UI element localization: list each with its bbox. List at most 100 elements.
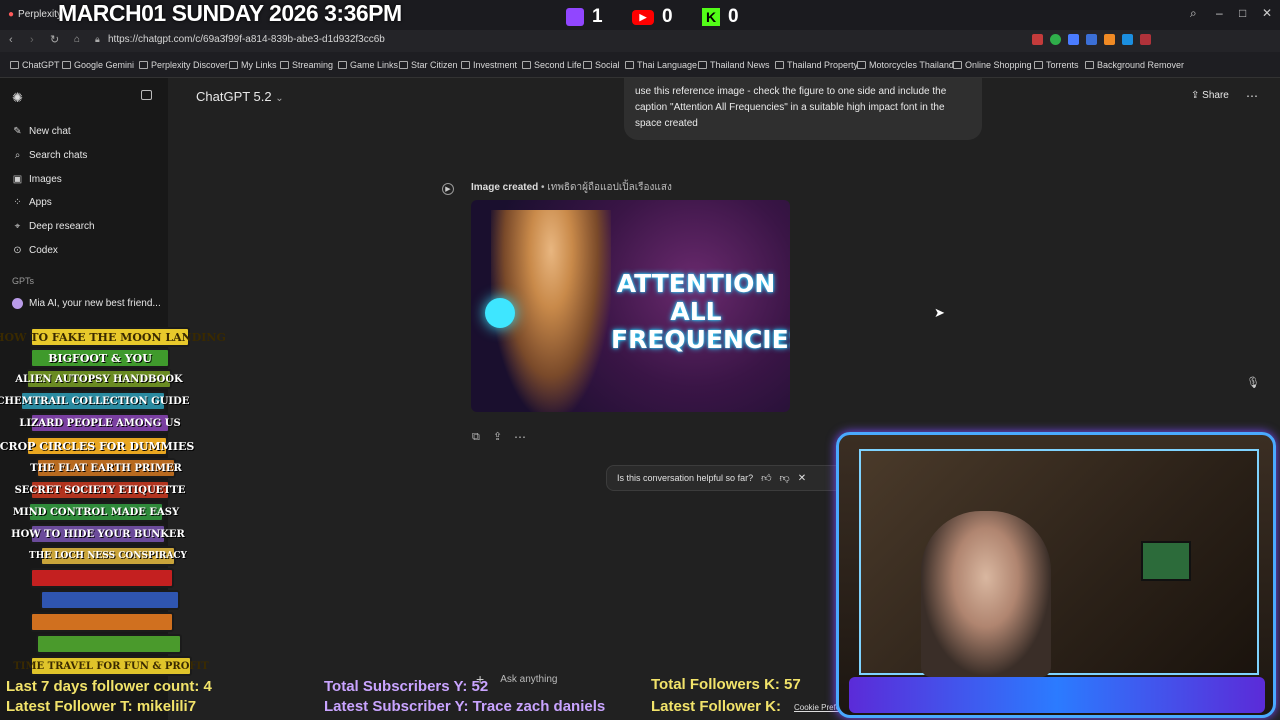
sidebar-item-search-chats[interactable]: ⌕ Search chats — [12, 150, 88, 161]
bookmark-item[interactable]: Second Life — [522, 60, 582, 70]
thumbs-down-icon[interactable]: 👎︎ — [780, 472, 790, 484]
sidebar-item-new-chat[interactable]: ✎ New chat — [12, 126, 70, 137]
bookmark-item[interactable]: Thailand News — [698, 60, 770, 70]
bookmark-item[interactable]: Thai Language — [625, 60, 697, 70]
extension-icon[interactable] — [1086, 34, 1097, 45]
book-spine: LIZARD PEOPLE AMONG US — [19, 413, 181, 433]
code-icon: ⊙ — [13, 245, 22, 256]
extension-icon[interactable] — [1122, 34, 1133, 45]
avatar — [12, 298, 23, 309]
streamer-figure — [921, 511, 1051, 677]
lock-icon: 🔒︎ — [95, 34, 100, 44]
sidebar-item-codex[interactable]: ⊙ Codex — [12, 245, 58, 256]
extension-icon[interactable] — [1104, 34, 1115, 45]
chevron-down-icon: ⌄ — [275, 93, 284, 104]
image-created-label: Image created • เทพธิดาผู้ถือแอปเปิ้ลเรื… — [471, 182, 672, 193]
book-spine — [36, 634, 182, 654]
bookmark-item[interactable]: My Links — [229, 60, 277, 70]
gpts-heading: GPTs — [12, 276, 35, 286]
extension-icon[interactable] — [1032, 34, 1043, 45]
overlay-latest-follower-k: Latest Follower K: — [651, 698, 782, 715]
youtube-stat: ▶ 0 — [632, 6, 673, 28]
monitor — [1141, 541, 1191, 581]
sidebar-toggle-icon[interactable] — [141, 90, 152, 100]
bookmark-item[interactable]: Background Remover — [1085, 60, 1184, 70]
feedback-prompt: Is this conversation helpful so far? 👍︎ … — [606, 465, 846, 491]
forward-icon[interactable]: › — [30, 34, 34, 46]
sidebar-item-deep-research[interactable]: ⌖ Deep research — [12, 221, 95, 232]
url-field[interactable]: https://chatgpt.com/c/69a3f99f-a814-839b… — [108, 34, 385, 45]
user-message: use this reference image - check the fig… — [624, 78, 982, 140]
share-button[interactable]: ⇪ Share — [1191, 90, 1229, 101]
more-options-icon[interactable]: ⋯ — [1246, 89, 1258, 103]
overlay-date-time: MARCH01 SUNDAY 2026 3:36PM — [58, 0, 402, 26]
copy-icon[interactable]: ⧉ — [472, 431, 480, 444]
book-spine: SECRET SOCIETY ETIQUETTE — [15, 480, 185, 500]
browser-titlebar: ● Perplexity MARCH01 SUNDAY 2026 3:36PM … — [0, 0, 1280, 30]
image-icon: ▣ — [12, 174, 23, 185]
minimize-icon[interactable]: – — [1216, 6, 1223, 20]
book-spine — [30, 612, 174, 632]
close-icon[interactable]: ✕ — [798, 473, 806, 484]
extension-icon[interactable] — [1068, 34, 1079, 45]
overlay-latest-subscriber: Latest Subscriber Y: Trace zach daniels — [324, 698, 606, 715]
bookmark-item[interactable]: Google Gemini — [62, 60, 134, 70]
home-icon[interactable]: ⌂ — [74, 34, 80, 45]
mouse-cursor-icon: ➤ — [934, 305, 945, 320]
youtube-count: 0 — [662, 6, 673, 27]
microphone-icon[interactable]: 🎙︎ — [1246, 376, 1260, 389]
search-icon: ⌕ — [14, 150, 21, 161]
bookmark-item[interactable]: Perplexity Discover — [139, 60, 228, 70]
webcam-frame-bar — [849, 677, 1265, 713]
share-icon[interactable]: ⇪ — [493, 430, 502, 443]
sidebar-item-gpt[interactable]: Mia AI, your new best friend... — [12, 298, 161, 309]
webcam-video — [859, 449, 1259, 677]
twitch-icon — [566, 8, 584, 26]
back-icon[interactable]: ‹ — [9, 34, 13, 46]
bookmark-item[interactable]: Torrents — [1034, 60, 1079, 70]
generated-image[interactable]: ATTENTION ALL FREQUENCIES — [471, 200, 790, 412]
overlay-total-followers-k: Total Followers K: 57 — [651, 676, 801, 693]
bookmark-item[interactable]: Online Shopping — [953, 60, 1032, 70]
overlay-last7-followers: Last 7 days follower count: 4 — [6, 678, 212, 695]
model-selector[interactable]: ChatGPT 5.2 ⌄ — [196, 89, 284, 104]
play-icon[interactable]: ▶ — [442, 183, 454, 195]
book-spine: THE LOCH NESS CONSPIRACY — [29, 546, 187, 566]
twitch-count: 1 — [592, 6, 603, 27]
reload-icon[interactable]: ↻ — [50, 33, 59, 46]
extension-icon[interactable] — [1140, 34, 1151, 45]
bookmark-item[interactable]: Motorcycles Thailand — [857, 60, 954, 70]
bookmark-item[interactable]: Thailand Property — [775, 60, 858, 70]
more-options-icon[interactable]: ⋯ — [514, 430, 526, 444]
openai-logo-icon[interactable]: ✺ — [12, 90, 23, 106]
extension-icon[interactable] — [1050, 34, 1061, 45]
bookmark-item[interactable]: ChatGPT — [10, 60, 60, 70]
composer-input[interactable]: Ask anything — [500, 674, 557, 685]
browser-tab[interactable]: ● Perplexity — [8, 4, 62, 24]
close-icon[interactable]: ✕ — [1262, 6, 1272, 20]
overlay-total-subscribers: Total Subscribers Y: 52 — [324, 678, 489, 695]
bookmark-item[interactable]: Star Citizen — [399, 60, 458, 70]
search-icon[interactable]: ⌕ — [1190, 6, 1197, 21]
book-spine: THE FLAT EARTH PRIMER — [30, 458, 182, 478]
bookmark-item[interactable]: Investment — [461, 60, 517, 70]
tab-label: Perplexity — [18, 8, 62, 20]
webcam-frame — [836, 432, 1276, 718]
glowing-apple — [485, 298, 515, 328]
book-spine: MIND CONTROL MADE EASY — [13, 502, 179, 522]
book-spine: ALIEN AUTOPSY HANDBOOK — [15, 369, 183, 389]
book-spine: CHEMTRAIL COLLECTION GUIDE — [0, 391, 189, 411]
kick-icon: K — [702, 8, 720, 26]
image-caption: ATTENTION ALL FREQUENCIES — [611, 269, 790, 354]
overlay-latest-follower-t: Latest Follower T: mikelili7 — [6, 698, 197, 715]
book-spine: CROP CIRCLES FOR DUMMIES — [0, 436, 194, 456]
sidebar-item-images[interactable]: ▣ Images — [12, 174, 62, 185]
thumbs-up-icon[interactable]: 👍︎ — [761, 472, 771, 484]
sidebar-item-apps[interactable]: ⁘ Apps — [12, 197, 52, 208]
bookmark-item[interactable]: Game Links — [338, 60, 398, 70]
book-spine — [40, 590, 180, 610]
bookmark-item[interactable]: Streaming — [280, 60, 333, 70]
edit-icon: ✎ — [13, 126, 22, 137]
bookmark-item[interactable]: Social — [583, 60, 620, 70]
maximize-icon[interactable]: □ — [1239, 6, 1246, 20]
